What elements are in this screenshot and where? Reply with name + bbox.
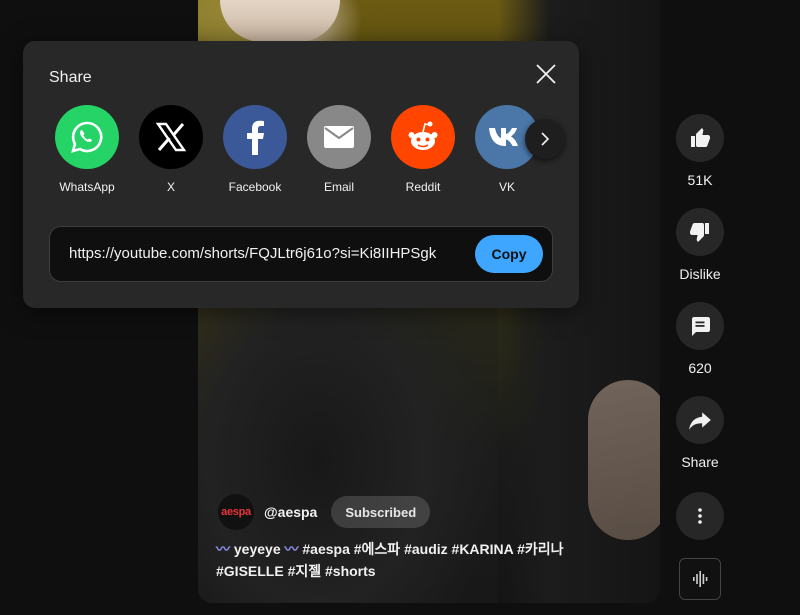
share-url-field: https://youtube.com/shorts/FQJLtr6j61o?s… xyxy=(49,226,553,282)
share-target-label: Email xyxy=(323,180,354,194)
wave-emoji: 〰 xyxy=(216,541,230,557)
subscribed-button[interactable]: Subscribed xyxy=(331,496,431,528)
share-target-whatsapp[interactable]: WhatsApp xyxy=(53,105,121,194)
video-description: 〰 yeyeye 〰 #aespa #에스파 #audiz #KARINA #카… xyxy=(216,538,616,582)
email-icon xyxy=(324,126,354,148)
whatsapp-icon xyxy=(71,121,103,153)
share-button[interactable]: Share xyxy=(672,396,728,472)
share-url-text[interactable]: https://youtube.com/shorts/FQJLtr6j61o?s… xyxy=(69,245,441,262)
chevron-right-icon xyxy=(541,132,550,146)
share-label: Share xyxy=(681,454,719,470)
like-button[interactable]: 51K xyxy=(672,114,728,190)
more-actions-button[interactable] xyxy=(672,492,728,540)
channel-info: aespa @aespa Subscribed xyxy=(218,494,431,530)
share-target-label: WhatsApp xyxy=(59,180,115,194)
x-icon xyxy=(155,122,187,152)
next-targets-button[interactable] xyxy=(525,119,565,159)
more-vert-icon xyxy=(698,508,702,524)
facebook-icon xyxy=(247,120,264,155)
dislike-label: Dislike xyxy=(679,266,721,282)
share-dialog: Share WhatsApp X Facebook Email Reddit V… xyxy=(23,41,579,308)
channel-handle[interactable]: @aespa xyxy=(264,504,317,520)
share-target-label: Reddit xyxy=(405,180,441,194)
description-hashtags[interactable]: #aespa #에스파 #audiz #KARINA #카리나 xyxy=(299,541,563,557)
channel-avatar[interactable]: aespa xyxy=(218,494,254,530)
share-target-facebook[interactable]: Facebook xyxy=(221,105,289,194)
share-target-label: VK xyxy=(498,180,515,194)
share-target-x[interactable]: X xyxy=(137,105,205,194)
share-target-label: X xyxy=(166,180,175,194)
description-text: yeyeye xyxy=(230,541,285,557)
dislike-button[interactable]: Dislike xyxy=(672,208,728,284)
audio-wave-icon xyxy=(693,571,708,587)
comments-button[interactable]: 620 xyxy=(672,302,728,378)
dialog-title: Share xyxy=(49,69,92,86)
description-hashtags-line2[interactable]: #GISELLE #지젤 #shorts xyxy=(216,560,616,582)
share-target-reddit[interactable]: Reddit xyxy=(389,105,457,194)
thumbs-up-icon xyxy=(691,128,710,147)
sound-button[interactable] xyxy=(679,558,721,600)
like-count: 51K xyxy=(687,172,713,188)
comment-count: 620 xyxy=(688,360,712,376)
share-targets: WhatsApp X Facebook Email Reddit VK xyxy=(53,105,543,205)
thumbs-down-icon xyxy=(690,223,709,242)
close-button[interactable] xyxy=(533,61,559,87)
vk-icon xyxy=(489,128,518,146)
share-target-email[interactable]: Email xyxy=(305,105,373,194)
reddit-icon xyxy=(408,121,438,150)
shorts-player-page: aespa @aespa Subscribed 〰 yeyeye 〰 #aesp… xyxy=(0,0,800,615)
wave-emoji: 〰 xyxy=(284,541,299,557)
share-arrow-icon xyxy=(689,412,711,430)
close-icon xyxy=(536,64,556,84)
copy-button[interactable]: Copy xyxy=(475,235,543,273)
comment-icon xyxy=(692,317,710,336)
share-target-label: Facebook xyxy=(228,180,282,194)
